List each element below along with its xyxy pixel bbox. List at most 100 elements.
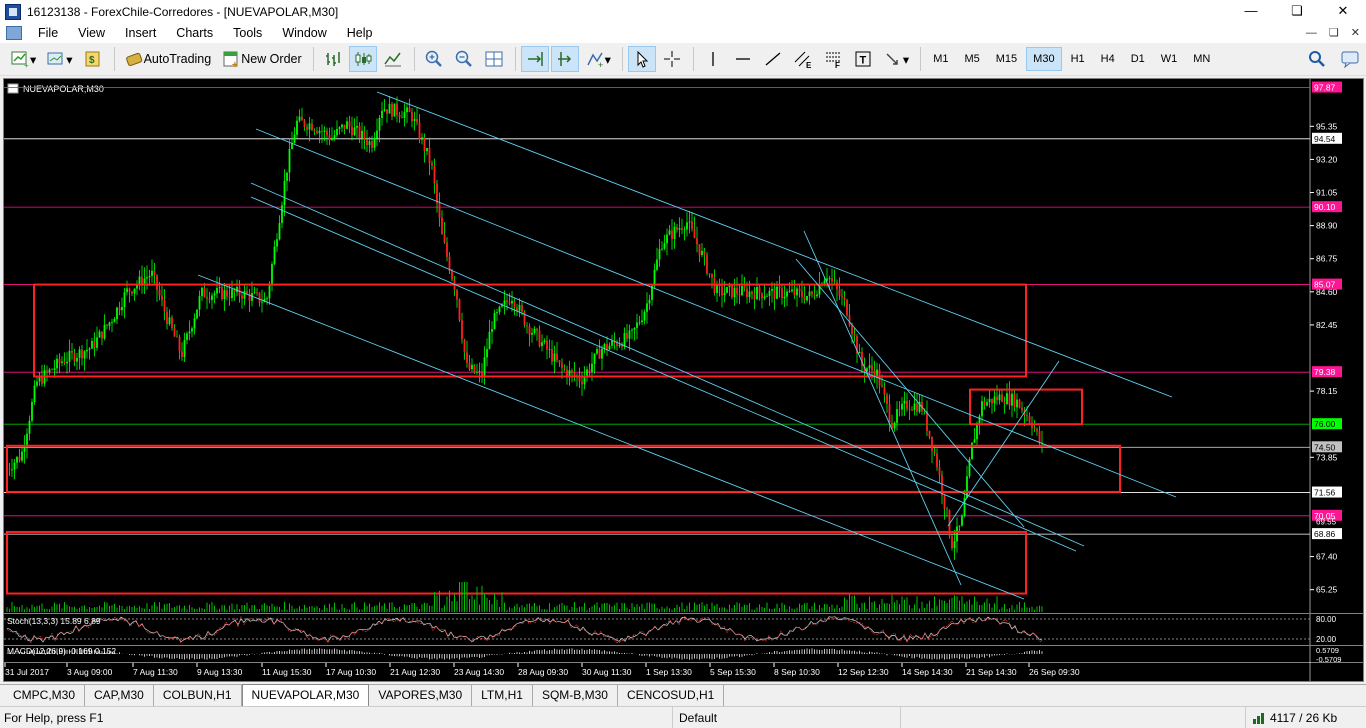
menu-charts[interactable]: Charts <box>166 23 223 43</box>
zoom-in-icon <box>424 49 444 69</box>
candle-body <box>521 304 523 312</box>
menu-insert[interactable]: Insert <box>115 23 166 43</box>
market-watch-button[interactable]: $ <box>79 46 107 72</box>
chart-tab-cencosud-h1[interactable]: CENCOSUD,H1 <box>618 685 725 706</box>
menu-view[interactable]: View <box>68 23 115 43</box>
chart-tab-cap-m30[interactable]: CAP,M30 <box>85 685 154 706</box>
autotrading-button[interactable]: AutoTrading <box>120 46 216 72</box>
search-icon[interactable] <box>1308 50 1326 71</box>
fibonacci-button[interactable]: F <box>819 46 847 72</box>
candle-body <box>488 331 491 350</box>
candle-body <box>956 526 958 542</box>
bar-chart-button[interactable] <box>319 46 347 72</box>
candle-body <box>128 288 131 292</box>
chart-tab-ltm-h1[interactable]: LTM,H1 <box>472 685 533 706</box>
help-text: For Help, press F1 <box>4 711 104 725</box>
mdi-restore-button[interactable]: ❏ <box>1329 23 1339 43</box>
stoch-tick: 80.00 <box>1316 615 1337 624</box>
timeframe-h4[interactable]: H4 <box>1094 47 1122 71</box>
menu-file[interactable]: File <box>28 23 68 43</box>
auto-scroll-button[interactable] <box>520 46 549 72</box>
candle-body <box>736 288 738 294</box>
candle-body <box>368 141 371 146</box>
candle-body <box>853 334 856 337</box>
trendline-button[interactable] <box>759 46 787 72</box>
chart-tab-vapores-m30[interactable]: VAPORES,M30 <box>369 685 473 706</box>
horizontal-line-button[interactable] <box>729 46 757 72</box>
timeframe-m30[interactable]: M30 <box>1026 47 1062 71</box>
indicators-button[interactable]: + ▾ <box>581 46 615 72</box>
maximize-button[interactable]: ❏ <box>1274 0 1320 23</box>
price-chart[interactable]: NUEVAPOLAR,M30 95.35 93.20 91.05 88.90 86.75 8… <box>4 79 1363 681</box>
candle-body <box>476 371 478 373</box>
candle-body <box>211 295 213 300</box>
price-tick-label: 67.40 <box>1316 552 1338 562</box>
chart-tab-sqm-b-m30[interactable]: SQM-B,M30 <box>533 685 618 706</box>
new-order-icon: + <box>221 49 241 71</box>
menu-window[interactable]: Window <box>272 23 336 43</box>
candle-body <box>353 127 356 136</box>
candle-body <box>763 296 766 299</box>
candle-body <box>81 349 83 359</box>
chart-tab-cmpc-m30[interactable]: CMPC,M30 <box>4 685 86 706</box>
level-label: 69.55 <box>1316 517 1337 526</box>
timeframe-m1[interactable]: M1 <box>926 47 955 71</box>
time-label: 11 Aug 15:30 <box>262 667 312 677</box>
new-chart-button[interactable]: + ▾ <box>6 46 40 72</box>
chart-window-icon[interactable] <box>6 26 22 40</box>
timeframe-h1[interactable]: H1 <box>1064 47 1092 71</box>
new-order-button[interactable]: + New Order <box>217 46 305 72</box>
timeframe-d1[interactable]: D1 <box>1124 47 1152 71</box>
candle-body <box>723 292 726 296</box>
line-chart-button[interactable] <box>379 46 407 72</box>
timeframe-w1[interactable]: W1 <box>1154 47 1185 71</box>
menu-tools[interactable]: Tools <box>223 23 272 43</box>
chat-icon[interactable] <box>1340 49 1360 72</box>
time-label: 9 Aug 13:30 <box>197 667 243 677</box>
mdi-close-button[interactable]: ✕ <box>1351 23 1360 43</box>
equidistant-channel-button[interactable]: E <box>789 46 817 72</box>
timeframe-m15[interactable]: M15 <box>989 47 1024 71</box>
zoom-in-button[interactable] <box>420 46 448 72</box>
timeframe-m5[interactable]: M5 <box>957 47 986 71</box>
candle-body <box>506 300 508 302</box>
menu-help[interactable]: Help <box>337 23 383 43</box>
chart-shift-button[interactable] <box>550 46 579 72</box>
chart-tab-nuevapolar-m30[interactable]: NUEVAPOLAR,M30 <box>241 684 370 706</box>
minimize-button[interactable]: — <box>1228 0 1274 23</box>
tile-windows-button[interactable] <box>480 46 508 72</box>
close-button[interactable]: ✕ <box>1320 0 1366 23</box>
candle-body <box>643 311 646 321</box>
candle-body <box>328 135 331 140</box>
cursor-tool-button[interactable] <box>627 46 656 72</box>
candle-body <box>198 296 201 310</box>
candle-body <box>178 337 181 352</box>
crosshair-tool-button[interactable] <box>658 46 686 72</box>
candle-body <box>581 381 583 385</box>
profiles-button[interactable]: ▾ <box>42 46 76 72</box>
level-label: 79.38 <box>1314 367 1336 377</box>
candle-body <box>376 130 378 139</box>
zoom-out-button[interactable] <box>450 46 478 72</box>
candle-body <box>276 239 278 247</box>
candlestick-button[interactable] <box>348 46 377 72</box>
chart-tab-colbun-h1[interactable]: COLBUN,H1 <box>154 685 242 706</box>
chart-window[interactable]: NUEVAPOLAR,M30 95.35 93.20 91.05 88.90 86.75 8… <box>3 78 1364 682</box>
candle-body <box>196 309 198 319</box>
profile-name: Default <box>679 711 718 725</box>
timeframe-mn[interactable]: MN <box>1186 47 1217 71</box>
candle-body <box>1011 393 1013 406</box>
candle-body <box>28 420 31 434</box>
candle-body <box>293 134 296 143</box>
candle-body <box>108 322 111 326</box>
svg-text:T: T <box>859 55 866 67</box>
arrows-button[interactable]: ▾ <box>879 46 913 72</box>
candle-body <box>806 295 808 301</box>
text-label-button[interactable]: T <box>849 46 877 72</box>
candle-body <box>408 107 411 112</box>
candle-body <box>626 332 628 339</box>
candle-body <box>1033 427 1036 429</box>
chart-symbol-label: NUEVAPOLAR,M30 <box>23 84 104 94</box>
mdi-minimize-button[interactable]: — <box>1306 23 1317 43</box>
vertical-line-button[interactable] <box>699 46 727 72</box>
